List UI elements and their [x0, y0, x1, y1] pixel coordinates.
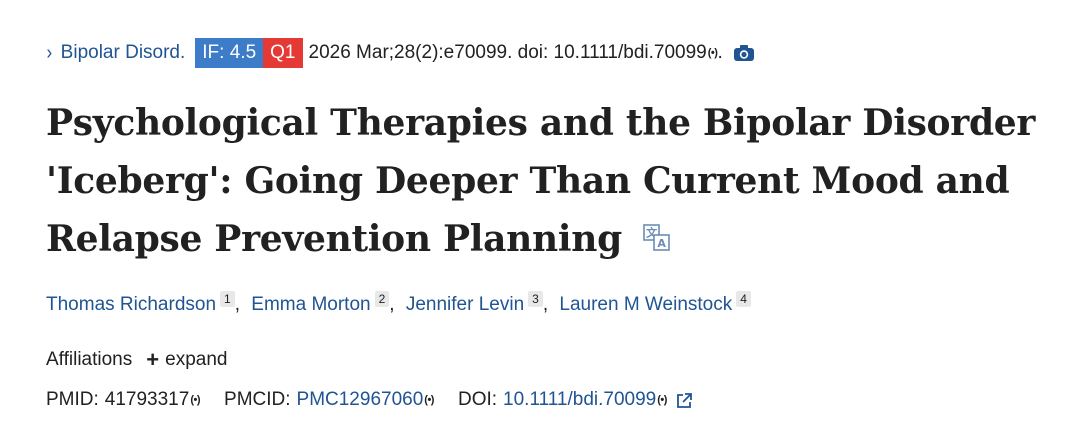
quartile-badge: Q1: [263, 38, 303, 68]
plus-icon[interactable]: +: [146, 346, 159, 374]
affiliations-label: Affiliations: [46, 349, 133, 370]
affiliation-number[interactable]: 3: [528, 290, 543, 307]
doi-label: DOI:: [457, 389, 498, 410]
chevron-right-icon[interactable]: ›: [47, 40, 53, 66]
article-title-text: Psychological Therapies and the Bipolar …: [46, 102, 1036, 260]
author-link[interactable]: Thomas Richardson: [46, 294, 216, 315]
author-separator: ,: [234, 294, 240, 315]
author-link[interactable]: Emma Morton: [251, 294, 370, 315]
pmcid-link[interactable]: PMC12967060: [297, 386, 424, 414]
signal-icon[interactable]: (•): [708, 40, 718, 66]
translate-icon[interactable]: 文 A: [642, 212, 672, 251]
citation-period: .: [717, 42, 723, 63]
svg-text:A: A: [658, 237, 667, 250]
camera-icon[interactable]: [733, 44, 755, 62]
doi-link[interactable]: 10.1111/bdi.70099: [503, 386, 656, 414]
author-link[interactable]: Jennifer Levin: [406, 294, 524, 315]
affiliation-number[interactable]: 2: [374, 290, 390, 307]
external-link-icon[interactable]: [675, 391, 693, 409]
article-title: Psychological Therapies and the Bipolar …: [46, 94, 1056, 268]
signal-icon[interactable]: (•): [424, 386, 434, 414]
signal-icon[interactable]: (•): [190, 386, 200, 414]
article-identifiers: PMID: 41793317 (•) PMCID: PMC12967060 (•…: [46, 386, 693, 414]
pmid-value: 41793317: [104, 389, 190, 410]
author-separator: ,: [542, 294, 549, 315]
author-list: Thomas Richardson 1, Emma Morton 2, Jennif…: [46, 290, 751, 320]
pmcid-label: PMCID:: [224, 389, 291, 410]
signal-icon[interactable]: (•): [657, 386, 667, 414]
citation-line: › Bipolar Disord. IF: 4.5 Q1 2026 Mar;28…: [46, 38, 755, 68]
impact-factor-badge: IF: 4.5: [195, 38, 264, 68]
affiliation-number[interactable]: 4: [736, 290, 751, 307]
author-link[interactable]: Lauren M Weinstock: [559, 294, 732, 315]
citation-details: 2026 Mar;28(2):e70099. doi: 10.1111/bdi.…: [308, 42, 707, 63]
journal-link[interactable]: Bipolar Disord.: [61, 40, 186, 66]
expand-link[interactable]: expand: [165, 346, 227, 374]
author-separator: ,: [389, 294, 395, 315]
pmid-label: PMID:: [46, 389, 99, 410]
affiliations-toggle[interactable]: Affiliations + expand: [46, 346, 227, 374]
affiliation-number[interactable]: 1: [220, 290, 235, 307]
